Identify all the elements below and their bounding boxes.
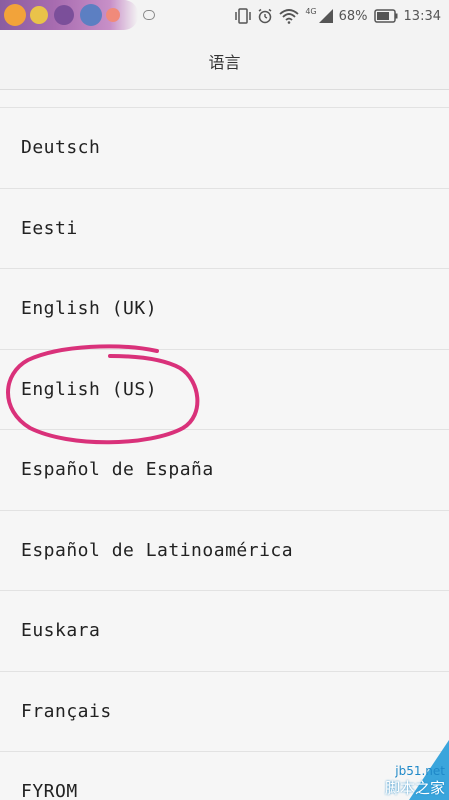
- language-label: Deutsch: [21, 137, 101, 159]
- language-item-english-us[interactable]: English (US): [0, 349, 449, 430]
- clock: 13:34: [403, 8, 441, 24]
- language-item-espanol-latinoamerica[interactable]: Español de Latinoamérica: [0, 510, 449, 591]
- language-item-euskara[interactable]: Euskara: [0, 591, 449, 672]
- language-item-espanol-espana[interactable]: Español de España: [0, 430, 449, 511]
- chat-bubble-icon: [143, 10, 155, 20]
- battery-percent: 68%: [338, 8, 368, 24]
- status-decoration: [0, 0, 138, 30]
- watermark-name: 脚本之家: [384, 779, 445, 797]
- page-title: 语言: [208, 52, 241, 72]
- language-item-deutsch[interactable]: Deutsch: [0, 108, 449, 189]
- status-bar: 4G 68% 13:34: [0, 0, 449, 32]
- language-label: Euskara: [21, 620, 101, 642]
- wifi-icon: [279, 9, 299, 24]
- language-label: English (US): [21, 378, 158, 400]
- language-item-english-uk[interactable]: English (UK): [0, 269, 449, 350]
- status-icons: 4G 68% 13:34: [235, 3, 441, 29]
- language-label: Español de España: [21, 459, 214, 481]
- alarm-icon: [258, 8, 272, 24]
- vibrate-icon: [235, 8, 252, 24]
- signal-icon: [318, 9, 333, 23]
- watermark-site: jb51.net: [395, 764, 445, 778]
- language-item-eesti[interactable]: Eesti: [0, 188, 449, 269]
- language-label: FYROM: [21, 781, 78, 800]
- watermark: jb51.net 脚本之家: [329, 732, 449, 800]
- language-list: Deutsch Eesti English (UK) English (US) …: [0, 107, 449, 800]
- language-label: English (UK): [21, 298, 158, 320]
- screen: 4G 68% 13:34 语言 Deutsch Eesti English (U…: [0, 0, 449, 800]
- network-type: 4G: [305, 6, 317, 16]
- language-label: Español de Latinoamérica: [21, 539, 294, 561]
- language-label: Français: [21, 700, 112, 722]
- language-label: Eesti: [21, 217, 78, 239]
- header: 语言: [0, 32, 449, 90]
- battery-icon: [373, 9, 398, 23]
